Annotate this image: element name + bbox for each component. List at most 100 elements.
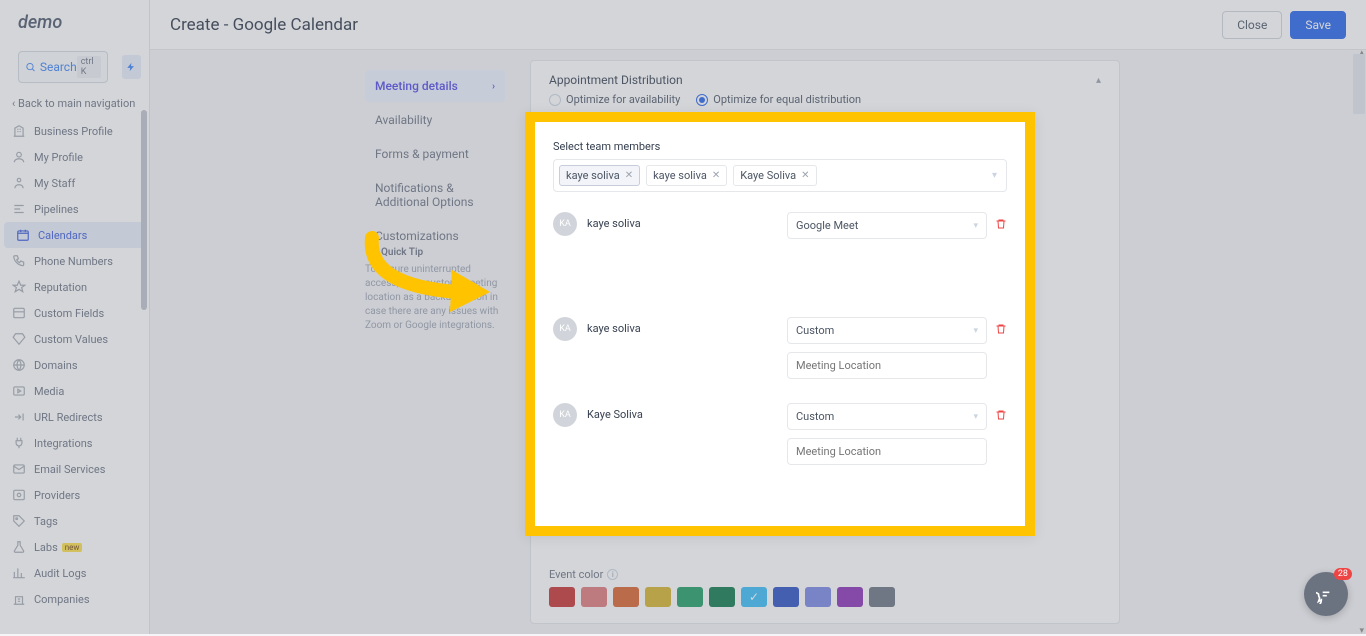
subnav-meeting-details[interactable]: Meeting details› [365, 70, 505, 102]
sidebar-item-audit-logs[interactable]: Audit Logs [0, 560, 149, 586]
sidebar-item-domains[interactable]: Domains [0, 352, 149, 378]
info-icon[interactable]: i [607, 569, 618, 580]
chevron-right-icon: › [492, 81, 495, 92]
delete-button[interactable] [995, 403, 1007, 425]
remove-icon[interactable]: ✕ [712, 170, 720, 181]
nav-label: Audit Logs [34, 567, 86, 580]
sidebar-item-pipelines[interactable]: Pipelines [0, 196, 149, 222]
meeting-location-input[interactable] [787, 352, 987, 379]
sidebar-scrollbar[interactable] [141, 110, 149, 510]
nav-list: Business Profile My Profile My StaffPipeli… [0, 118, 149, 612]
meeting-type-select[interactable]: Custom▾ [787, 317, 987, 344]
color-swatch[interactable] [869, 587, 895, 607]
search-bar[interactable]: Search ctrl K [18, 51, 108, 83]
left-sidebar: demo Search ctrl K ‹ Back to main naviga… [0, 0, 150, 634]
bldg2-icon [12, 592, 26, 606]
color-swatch[interactable] [549, 587, 575, 607]
star-icon [12, 280, 26, 294]
member-name: kaye soliva [587, 317, 787, 335]
color-swatch[interactable] [837, 587, 863, 607]
member-chip[interactable]: kaye soliva✕ [646, 165, 727, 186]
sidebar-item-custom-values[interactable]: Custom Values [0, 326, 149, 352]
color-swatch[interactable] [645, 587, 671, 607]
sidebar-item-custom-fields[interactable]: Custom Fields [0, 300, 149, 326]
nav-label: Phone Numbers [34, 255, 113, 268]
mail-icon [12, 462, 26, 476]
nav-label: Business Profile [34, 125, 113, 138]
remove-icon[interactable]: ✕ [625, 170, 633, 181]
trash-icon [995, 322, 1007, 336]
sidebar-item-tags[interactable]: Tags [0, 508, 149, 534]
settings-subnav: Meeting details›AvailabilityForms & paym… [365, 70, 505, 254]
nav-label: Providers [34, 489, 80, 502]
sidebar-item-my-staff[interactable]: My Staff [0, 170, 149, 196]
sidebar-item-media[interactable]: Media [0, 378, 149, 404]
callout-arrow [362, 230, 502, 320]
sidebar-item-business-profile[interactable]: Business Profile [0, 118, 149, 144]
sidebar-item-url-redirects[interactable]: URL Redirects [0, 404, 149, 430]
gem-icon [12, 332, 26, 346]
color-swatch[interactable] [677, 587, 703, 607]
plug-icon [12, 436, 26, 450]
radio-optimize-availability[interactable]: Optimize for availability [549, 93, 680, 106]
provider-icon [12, 488, 26, 502]
page-scrollbar[interactable]: ▴ ▾ [1352, 50, 1366, 634]
member-row: KAkaye solivaCustom▾ [553, 317, 1007, 379]
sidebar-item-integrations[interactable]: Integrations [0, 430, 149, 456]
chart-icon [12, 566, 26, 580]
sidebar-item-companies[interactable]: Companies [0, 586, 149, 612]
collapse-icon[interactable]: ▴ [1096, 75, 1101, 86]
team-member-select[interactable]: kaye soliva✕ kaye soliva✕ Kaye Soliva✕ ▾ [553, 159, 1007, 192]
nav-label: Calendars [38, 229, 87, 242]
color-swatch[interactable] [773, 587, 799, 607]
sidebar-item-labs[interactable]: Labsnew [0, 534, 149, 560]
subnav-forms-payment[interactable]: Forms & payment [365, 138, 505, 170]
sidebar-item-my-profile[interactable]: My Profile [0, 144, 149, 170]
nav-label: URL Redirects [34, 411, 103, 424]
delete-button[interactable] [995, 317, 1007, 339]
sidebar-item-phone-numbers[interactable]: Phone Numbers [0, 248, 149, 274]
user-icon [12, 176, 26, 190]
pipe-icon [12, 202, 26, 216]
nav-label: Custom Values [34, 333, 108, 346]
close-button[interactable]: Close [1222, 11, 1282, 39]
color-swatch[interactable] [805, 587, 831, 607]
page-title: Create - Google Calendar [170, 15, 1214, 35]
color-swatch[interactable] [741, 587, 767, 607]
tag-icon [12, 514, 26, 528]
meeting-location-input[interactable] [787, 438, 987, 465]
remove-icon[interactable]: ✕ [801, 170, 809, 181]
section-heading: Appointment Distribution ▴ [549, 73, 1101, 87]
subnav-notifications-additional-options[interactable]: Notifications & Additional Options [365, 172, 505, 218]
back-to-main-nav[interactable]: ‹ Back to main navigation [0, 89, 149, 118]
new-badge: new [62, 543, 83, 552]
nav-label: Companies [34, 593, 90, 606]
chat-widget[interactable]: 28 [1304, 572, 1348, 616]
save-button[interactable]: Save [1290, 11, 1346, 39]
chevron-down-icon: ▾ [973, 221, 978, 231]
sidebar-item-email-services[interactable]: Email Services [0, 456, 149, 482]
subnav-availability[interactable]: Availability [365, 104, 505, 136]
search-shortcut: ctrl K [77, 56, 101, 78]
field-icon [12, 306, 26, 320]
meeting-type-select[interactable]: Custom▾ [787, 403, 987, 430]
highlighted-panel: Select team members kaye soliva✕kaye sol… [525, 112, 1035, 536]
trash-icon [995, 408, 1007, 422]
member-chip[interactable]: kaye soliva✕ [559, 165, 640, 186]
nav-label: Domains [34, 359, 78, 372]
member-chip[interactable]: Kaye Soliva✕ [733, 165, 816, 186]
meeting-type-select[interactable]: Google Meet▾ [787, 212, 987, 239]
radio-optimize-equal[interactable]: Optimize for equal distribution [696, 93, 861, 106]
sidebar-item-calendars[interactable]: Calendars [4, 222, 145, 248]
color-swatch[interactable] [581, 587, 607, 607]
sidebar-item-reputation[interactable]: Reputation [0, 274, 149, 300]
member-name: kaye soliva [587, 212, 787, 230]
nav-label: My Profile [34, 151, 83, 164]
sidebar-item-providers[interactable]: Providers [0, 482, 149, 508]
quick-actions-button[interactable] [122, 55, 141, 79]
chevron-down-icon[interactable]: ▾ [992, 170, 1001, 181]
color-swatch[interactable] [613, 587, 639, 607]
delete-button[interactable] [995, 212, 1007, 234]
color-swatch[interactable] [709, 587, 735, 607]
nav-label: Custom Fields [34, 307, 104, 320]
